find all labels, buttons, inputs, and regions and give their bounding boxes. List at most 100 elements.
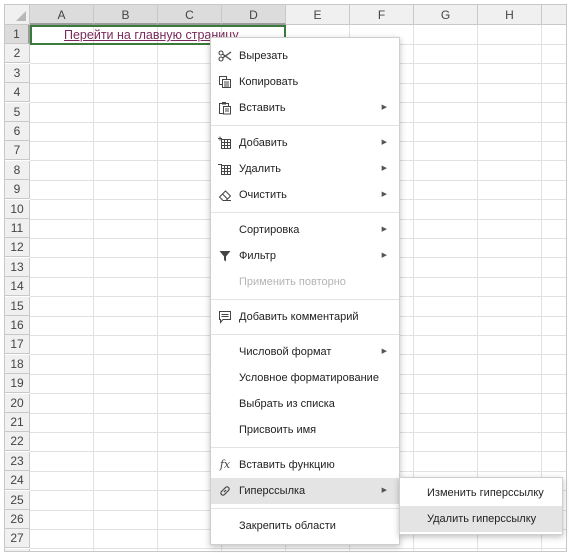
row-header-13[interactable]: 13: [5, 257, 30, 277]
menu-item-filter[interactable]: Фильтр ▶: [211, 243, 399, 269]
menu-item-copy[interactable]: Копировать: [211, 69, 399, 95]
row-header-3[interactable]: 3: [5, 63, 30, 83]
row-header-7[interactable]: 7: [5, 141, 30, 161]
column-header-g[interactable]: G: [414, 5, 478, 25]
menu-item-define-name[interactable]: Присвоить имя: [211, 417, 399, 443]
row-header-18[interactable]: 18: [5, 354, 30, 374]
menu-separator: [211, 334, 399, 335]
submenu-arrow-icon: ▶: [381, 104, 387, 111]
column-header-e[interactable]: E: [286, 5, 350, 25]
submenu-item-remove-hyperlink[interactable]: Удалить гиперссылку: [400, 506, 562, 532]
submenu-arrow-icon: ▶: [381, 348, 387, 355]
menu-item-copy-label: Копировать: [239, 76, 299, 88]
gridline: [157, 25, 158, 551]
row-header-14[interactable]: 14: [5, 277, 30, 297]
submenu-arrow-icon: ▶: [381, 165, 387, 172]
menu-item-clear-label: Очистить: [239, 189, 287, 201]
row-header-25[interactable]: 25: [5, 490, 30, 510]
submenu-item-remove-hyperlink-label: Удалить гиперссылку: [427, 513, 537, 525]
column-header-a[interactable]: A: [30, 5, 94, 25]
column-header-i[interactable]: [542, 5, 566, 25]
hyperlink-submenu: Изменить гиперссылку Удалить гиперссылку: [399, 477, 563, 535]
row-header-4[interactable]: 4: [5, 83, 30, 103]
row-header-6[interactable]: 6: [5, 122, 30, 141]
comment-icon: [218, 310, 232, 324]
row-header-23[interactable]: 23: [5, 451, 30, 471]
row-header-24[interactable]: 24: [5, 471, 30, 491]
column-header-f[interactable]: F: [350, 5, 414, 25]
gridline: [477, 25, 478, 551]
scissors-icon: [218, 49, 232, 63]
row-header-28[interactable]: 28: [5, 548, 30, 551]
menu-item-insert-function[interactable]: fx Вставить функцию: [211, 452, 399, 478]
menu-item-sort[interactable]: Сортировка ▶: [211, 217, 399, 243]
menu-separator: [211, 212, 399, 213]
row-header-27[interactable]: 27: [5, 529, 30, 549]
menu-item-pick-from-list-label: Выбрать из списка: [239, 398, 335, 410]
link-icon: [218, 484, 232, 498]
menu-item-insert-label: Добавить: [239, 137, 288, 149]
column-header-c[interactable]: C: [158, 5, 222, 25]
fx-icon: fx: [219, 458, 231, 471]
menu-item-pick-from-list[interactable]: Выбрать из списка: [211, 391, 399, 417]
submenu-arrow-icon: ▶: [381, 226, 387, 233]
row-header-19[interactable]: 19: [5, 374, 30, 394]
submenu-arrow-icon: ▶: [381, 139, 387, 146]
gridline: [541, 25, 542, 551]
row-header-16[interactable]: 16: [5, 316, 30, 335]
menu-separator: [211, 125, 399, 126]
menu-item-freeze-panes-label: Закрепить области: [239, 520, 336, 532]
gridline: [30, 548, 566, 550]
row-header-22[interactable]: 22: [5, 432, 30, 452]
menu-item-number-format-label: Числовой формат: [239, 346, 332, 358]
menu-item-insert-function-label: Вставить функцию: [239, 459, 335, 471]
row-header-21[interactable]: 21: [5, 413, 30, 432]
menu-item-cut-label: Вырезать: [239, 50, 288, 62]
menu-item-insert[interactable]: Добавить ▶: [211, 130, 399, 156]
menu-item-sort-label: Сортировка: [239, 224, 300, 236]
row-header-12[interactable]: 12: [5, 238, 30, 258]
menu-item-cut[interactable]: Вырезать: [211, 43, 399, 69]
delete-cells-icon: [218, 162, 232, 176]
row-header-8[interactable]: 8: [5, 160, 30, 180]
column-header-b[interactable]: B: [94, 5, 158, 25]
row-header-9[interactable]: 9: [5, 180, 30, 200]
row-header-2[interactable]: 2: [5, 44, 30, 64]
paste-icon: [218, 101, 232, 115]
menu-item-hyperlink[interactable]: Гиперссылка ▶: [211, 478, 399, 504]
menu-separator: [211, 299, 399, 300]
insert-cells-icon: [218, 136, 232, 150]
submenu-arrow-icon: ▶: [381, 252, 387, 259]
row-header-1[interactable]: 1: [5, 25, 30, 44]
column-header-d[interactable]: D: [222, 5, 286, 25]
menu-item-delete[interactable]: Удалить ▶: [211, 156, 399, 182]
select-all-corner[interactable]: [5, 5, 30, 25]
menu-item-add-comment-label: Добавить комментарий: [239, 311, 359, 323]
row-header-10[interactable]: 10: [5, 199, 30, 219]
menu-item-paste-label: Вставить: [239, 102, 286, 114]
column-header-h[interactable]: H: [478, 5, 542, 25]
row-header-20[interactable]: 20: [5, 393, 30, 413]
row-header-11[interactable]: 11: [5, 219, 30, 238]
menu-item-freeze-panes[interactable]: Закрепить области: [211, 513, 399, 539]
row-header-26[interactable]: 26: [5, 510, 30, 529]
row-header-5[interactable]: 5: [5, 102, 30, 122]
context-menu: Вырезать Копировать Вставить ▶ Добавить …: [210, 37, 400, 545]
submenu-arrow-icon: ▶: [381, 487, 387, 494]
filter-icon: [218, 249, 232, 263]
submenu-arrow-icon: ▶: [381, 191, 387, 198]
menu-item-clear[interactable]: Очистить ▶: [211, 182, 399, 208]
copy-icon: [218, 75, 232, 89]
menu-item-paste[interactable]: Вставить ▶: [211, 95, 399, 121]
menu-item-reapply-label: Применить повторно: [239, 276, 346, 288]
gridline: [93, 25, 94, 551]
menu-item-delete-label: Удалить: [239, 163, 281, 175]
menu-item-add-comment[interactable]: Добавить комментарий: [211, 304, 399, 330]
menu-item-conditional-formatting[interactable]: Условное форматирование: [211, 365, 399, 391]
select-all-icon: [16, 11, 26, 21]
submenu-item-edit-hyperlink[interactable]: Изменить гиперссылку: [400, 480, 562, 506]
row-header-17[interactable]: 17: [5, 335, 30, 355]
menu-separator: [211, 508, 399, 509]
menu-item-number-format[interactable]: Числовой формат ▶: [211, 339, 399, 365]
row-header-15[interactable]: 15: [5, 296, 30, 316]
